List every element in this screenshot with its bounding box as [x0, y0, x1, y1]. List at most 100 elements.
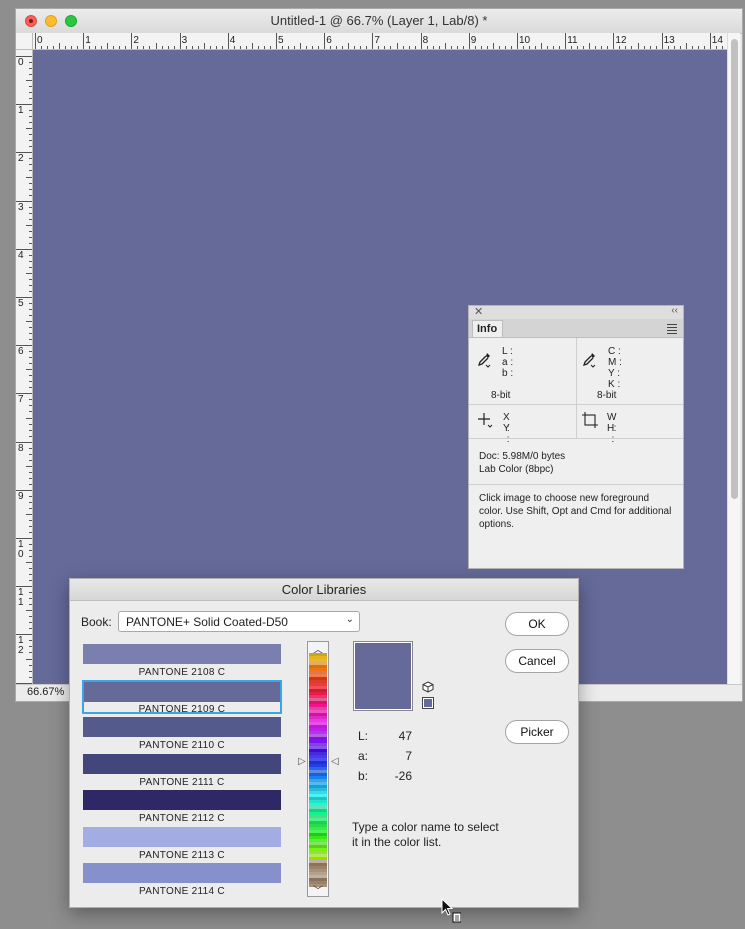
ruler-tick — [26, 224, 32, 226]
ok-button[interactable]: OK — [505, 612, 569, 636]
ruler-tick — [402, 46, 404, 49]
ruler-tick — [29, 435, 32, 437]
ruler-tick — [26, 610, 32, 612]
ruler-tick — [29, 483, 32, 485]
ruler-tick — [643, 46, 645, 49]
ruler-tick — [83, 33, 85, 49]
title-bar[interactable]: Untitled-1 @ 66.7% (Layer 1, Lab/8) * — [16, 9, 742, 34]
swatch-list-item[interactable]: PANTONE 2108 C — [82, 643, 282, 678]
color-spectrum-slider[interactable]: ︿ ﹀ — [307, 641, 329, 897]
spectrum-bar[interactable] — [309, 653, 327, 887]
ruler-tick — [29, 525, 32, 527]
ruler-tick — [462, 46, 464, 49]
divider — [576, 338, 577, 438]
ruler-tick — [29, 574, 32, 576]
ruler-tick — [384, 46, 386, 49]
ruler-label: 9 — [470, 35, 477, 46]
slider-handle-right-icon[interactable]: ◁ — [331, 756, 339, 767]
ruler-tick — [173, 46, 175, 49]
slider-handle-left-icon[interactable]: ▷ — [298, 756, 306, 767]
ruler-label: 5 — [18, 298, 24, 309]
document-title: Untitled-1 @ 66.7% (Layer 1, Lab/8) * — [270, 13, 488, 28]
ruler-tick — [26, 562, 32, 564]
ruler-tick — [535, 46, 537, 49]
close-icon[interactable]: ✕ — [474, 305, 483, 318]
dialog-title-bar[interactable]: Color Libraries — [70, 579, 578, 601]
horizontal-ruler[interactable]: 0 1 2 3 4 5 6 7 8 9 10 11 12 13 14 — [33, 33, 728, 50]
ruler-tick — [625, 46, 627, 49]
ruler-tick — [59, 43, 61, 49]
swatch-list-item[interactable]: PANTONE 2112 C — [82, 789, 282, 824]
ruler-tick — [282, 46, 284, 49]
eyedropper-icon[interactable] — [477, 352, 491, 368]
ruler-tick — [29, 164, 32, 166]
ruler-tick — [29, 68, 32, 70]
ruler-tick — [589, 43, 591, 49]
ruler-label: 14 — [711, 35, 723, 46]
ruler-tick — [26, 369, 32, 371]
ruler-tick — [372, 33, 374, 49]
ruler-tick — [571, 46, 573, 49]
panel-header[interactable]: ✕ ‹‹ — [469, 305, 683, 320]
ruler-tick — [29, 447, 32, 449]
ruler-tick — [721, 46, 723, 49]
book-select[interactable]: PANTONE+ Solid Coated-D50 ⌄ — [118, 611, 360, 632]
ruler-tick — [438, 46, 440, 49]
swatch-label: PANTONE 2108 C — [138, 667, 226, 678]
ruler-tick — [155, 43, 157, 49]
ruler-tick — [390, 46, 392, 49]
lab-b-label: b: — [358, 769, 369, 783]
picker-button[interactable]: Picker — [505, 720, 569, 744]
ruler-tick — [29, 284, 32, 286]
chevron-down-icon[interactable]: ﹀ — [308, 882, 328, 897]
crosshair-icon[interactable] — [477, 412, 493, 428]
websafe-color-icon[interactable] — [422, 697, 434, 709]
zoom-level[interactable]: 66.67% — [27, 686, 64, 698]
swatch-list-item[interactable]: PANTONE 2110 C — [82, 716, 282, 751]
ruler-label: 4 — [18, 249, 24, 261]
cube-icon[interactable] — [422, 681, 434, 693]
swatch-list-item[interactable]: PANTONE 2109 C — [82, 679, 282, 715]
ruler-tick — [65, 46, 67, 49]
ruler-tick — [613, 33, 615, 49]
ruler-origin[interactable] — [16, 33, 33, 50]
swatch-list-item[interactable]: PANTONE 2114 C — [82, 862, 282, 897]
scrollbar-thumb[interactable] — [731, 39, 738, 499]
cmyk-m-label: M : — [608, 357, 622, 368]
ruler-tick — [29, 188, 32, 190]
tab-info[interactable]: Info — [472, 320, 503, 337]
eyedropper-icon[interactable] — [582, 352, 596, 368]
ruler-tick — [649, 46, 651, 49]
color-mode: Lab Color (8bpc) — [479, 464, 554, 475]
vertical-scrollbar[interactable] — [727, 33, 740, 686]
y-label: Y : — [503, 423, 510, 445]
ruler-tick — [29, 92, 32, 94]
panel-menu-icon[interactable] — [667, 324, 677, 336]
ruler-tick — [408, 46, 410, 49]
swatch-list-item[interactable]: PANTONE 2111 C — [82, 753, 282, 788]
ruler-tick — [26, 513, 32, 515]
ruler-tick — [330, 46, 332, 49]
ruler-tick — [29, 646, 32, 648]
lab-l-label: L: — [358, 729, 369, 743]
ruler-tick — [29, 242, 32, 244]
ruler-tick — [47, 46, 49, 49]
ruler-tick — [354, 46, 356, 49]
cancel-button[interactable]: Cancel — [505, 649, 569, 673]
ruler-tick — [342, 46, 344, 49]
ruler-label: 1 0 — [18, 539, 24, 560]
ruler-label: 5 — [278, 35, 284, 46]
swatch-list-item[interactable]: PANTONE 2113 C — [82, 826, 282, 861]
color-preview — [353, 641, 413, 711]
ruler-label: 10 — [519, 35, 531, 46]
ruler-label: 1 — [18, 105, 24, 117]
ruler-tick — [29, 309, 32, 311]
ruler-label: 9 — [18, 490, 24, 502]
collapse-icon[interactable]: ‹‹ — [671, 305, 678, 316]
ruler-tick — [673, 46, 675, 49]
color-swatch — [83, 826, 281, 847]
ruler-label: 6 — [18, 346, 24, 358]
ruler-tick — [29, 471, 32, 473]
ruler-tick — [631, 46, 633, 49]
vertical-ruler[interactable]: 01234567891 01 11 21 — [16, 50, 33, 686]
